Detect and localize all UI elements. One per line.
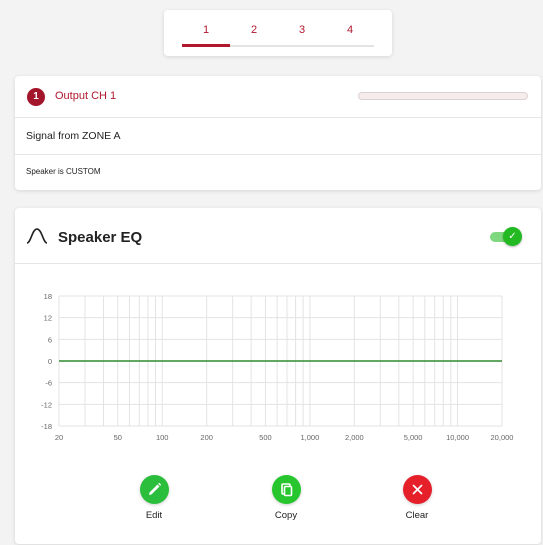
x-tick-label: 2,000 — [345, 433, 364, 442]
copy-icon — [280, 483, 292, 497]
clear-label: Clear — [405, 510, 429, 521]
y-tick-label: 0 — [48, 357, 52, 366]
channel-name: Output CH 1 — [55, 90, 117, 102]
copy-action: Copy — [251, 475, 321, 521]
y-tick-label: -6 — [45, 379, 52, 388]
active-tab-indicator — [182, 44, 230, 47]
x-tick-label: 200 — [200, 433, 213, 442]
y-tick-label: 6 — [48, 335, 52, 344]
channel-card: 1 Output CH 1 Signal from ZONE A Speaker… — [15, 76, 541, 190]
x-tick-label: 5,000 — [404, 433, 423, 442]
y-tick-label: -12 — [41, 400, 52, 409]
edit-action: Edit — [119, 475, 189, 521]
y-tick-label: 18 — [44, 292, 52, 301]
copy-label: Copy — [274, 510, 298, 521]
channel-tabs: 1 2 3 4 — [164, 10, 392, 56]
tab-4[interactable]: 4 — [326, 24, 374, 36]
x-tick-label: 1,000 — [300, 433, 319, 442]
x-tick-label: 500 — [259, 433, 272, 442]
speaker-eq-card: Speaker EQ ✓ 18 12 6 0 -6 -12 -18 20 50 100 200 500… — [15, 208, 541, 544]
signal-row: Signal from ZONE A — [15, 118, 541, 155]
signal-source-text: Signal from ZONE A — [26, 130, 121, 142]
tab-3[interactable]: 3 — [278, 24, 326, 36]
x-tick-label: 20 — [55, 433, 63, 442]
channel-number-badge: 1 — [27, 88, 45, 106]
edit-button[interactable] — [139, 475, 169, 504]
channel-header-row: 1 Output CH 1 — [15, 76, 541, 118]
clear-action: Clear — [382, 475, 452, 521]
tab-1[interactable]: 1 — [182, 24, 230, 36]
speaker-row: Speaker is CUSTOM — [15, 155, 541, 190]
close-icon — [412, 484, 422, 495]
y-tick-label: 12 — [44, 314, 52, 323]
speaker-type-text: Speaker is CUSTOM — [26, 167, 101, 176]
y-tick-label: -18 — [41, 422, 52, 431]
output-level-meter — [358, 92, 528, 100]
x-tick-label: 20,000 — [491, 433, 514, 442]
clear-button[interactable] — [402, 475, 432, 504]
edit-label: Edit — [145, 510, 163, 521]
x-tick-label: 10,000 — [446, 433, 469, 442]
x-tick-label: 50 — [114, 433, 122, 442]
copy-button[interactable] — [271, 475, 301, 504]
tab-2[interactable]: 2 — [230, 24, 278, 36]
x-tick-label: 100 — [156, 433, 169, 442]
pencil-icon — [148, 482, 161, 495]
